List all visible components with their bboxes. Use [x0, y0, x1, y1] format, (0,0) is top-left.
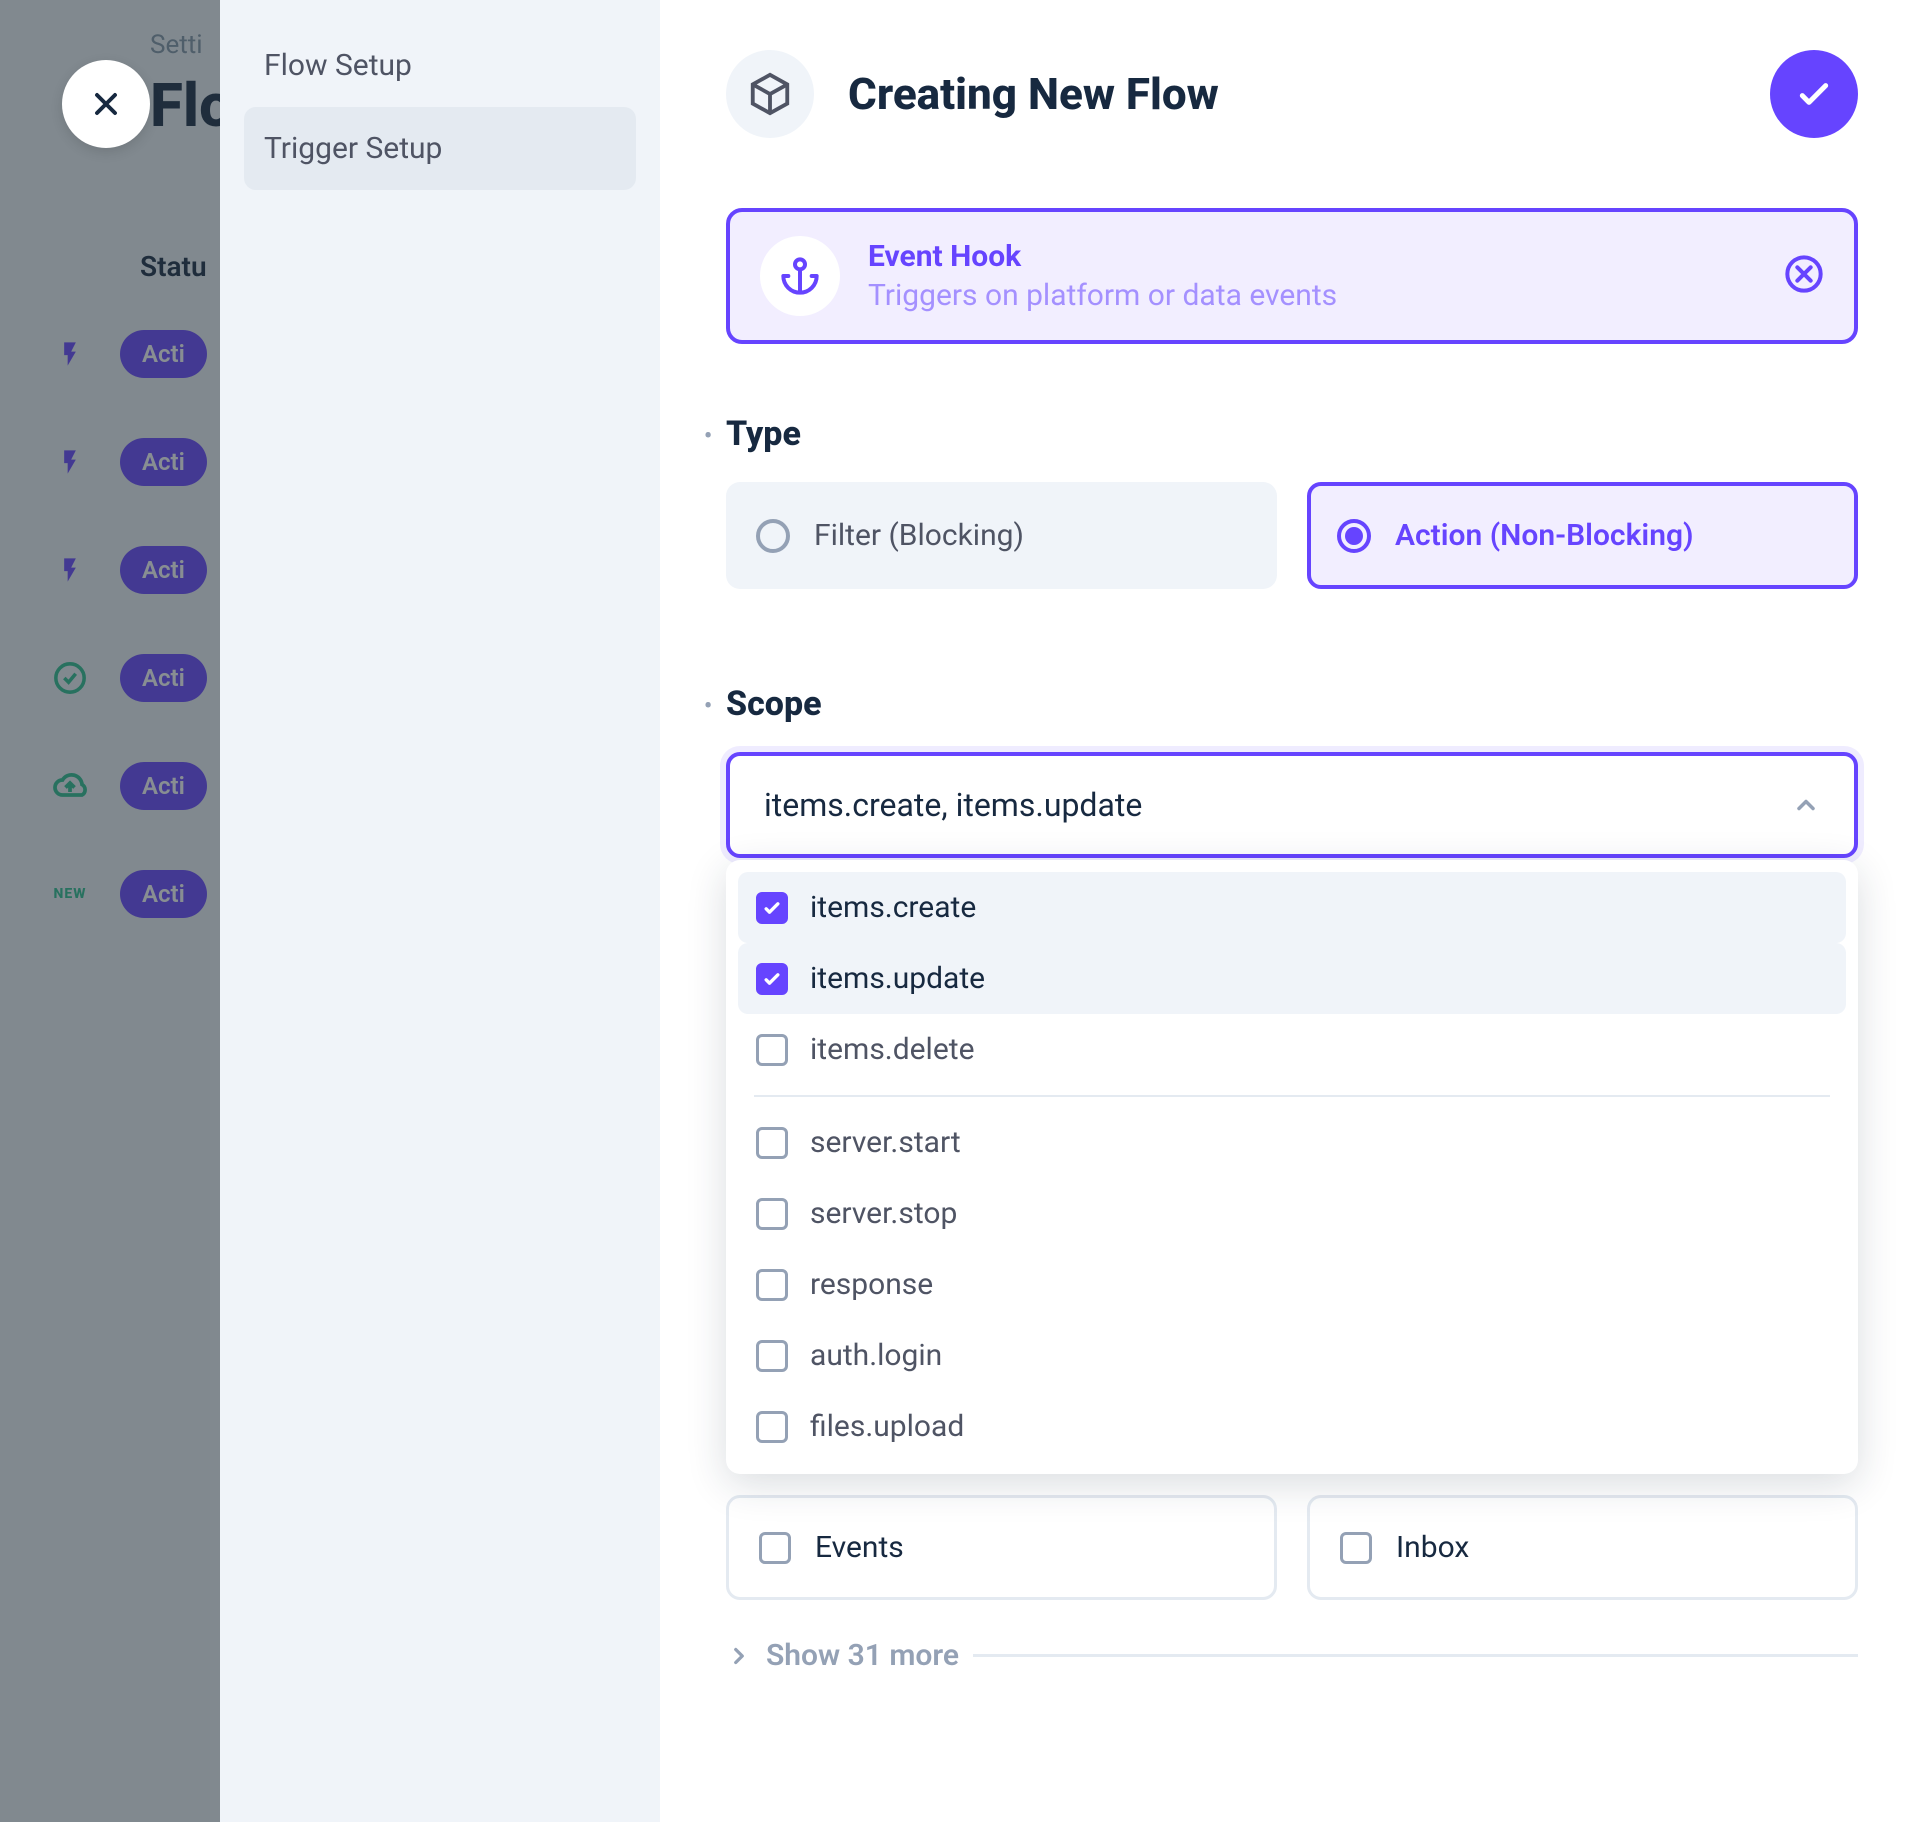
scope-option-label: response [810, 1267, 933, 1302]
drawer-main: Creating New Flow Event Hook Triggers on… [660, 0, 1924, 1822]
sidenav-item-trigger-setup[interactable]: Trigger Setup [244, 107, 636, 190]
scope-option-label: auth.login [810, 1338, 942, 1373]
hook-text: Event Hook Triggers on platform or data … [868, 239, 1756, 313]
scope-value: items.create, items.update [764, 786, 1142, 824]
scope-label: Scope [726, 684, 1858, 724]
scope-option-items-create[interactable]: items.create [738, 872, 1846, 943]
scope-option-label: items.create [810, 890, 976, 925]
scope-option-server-stop[interactable]: server.stop [738, 1178, 1846, 1249]
checkbox-off-icon [756, 1340, 788, 1372]
collection-option-events[interactable]: Events [726, 1495, 1277, 1600]
checkbox-off-icon [759, 1532, 791, 1564]
collection-label: Inbox [1396, 1530, 1469, 1565]
drawer-header: Creating New Flow [726, 50, 1858, 138]
checkbox-on-icon [756, 892, 788, 924]
chevron-right-icon [726, 1643, 752, 1669]
checkbox-off-icon [756, 1411, 788, 1443]
checkbox-on-icon [756, 963, 788, 995]
anchor-icon [760, 236, 840, 316]
drawer-header-left: Creating New Flow [726, 50, 1219, 138]
show-more-label: Show 31 more [766, 1638, 959, 1673]
drawer-title: Creating New Flow [848, 68, 1219, 120]
scope-option-label: server.start [810, 1125, 961, 1160]
cube-icon [726, 50, 814, 138]
scope-option-label: server.stop [810, 1196, 957, 1231]
modal-overlay [0, 0, 220, 1822]
show-more-button[interactable]: Show 31 more [726, 1638, 1858, 1673]
event-hook-card[interactable]: Event Hook Triggers on platform or data … [726, 208, 1858, 344]
drawer-sidenav: Flow Setup Trigger Setup [220, 0, 660, 1822]
checkbox-off-icon [1340, 1532, 1372, 1564]
type-option-label: Action (Non-Blocking) [1395, 518, 1694, 553]
radio-on-icon [1337, 519, 1371, 553]
checkbox-off-icon [756, 1198, 788, 1230]
scope-multiselect: items.create, items.update items.create … [726, 752, 1858, 858]
chevron-up-icon [1792, 791, 1820, 819]
type-option-filter[interactable]: Filter (Blocking) [726, 482, 1277, 589]
type-label: Type [726, 414, 1858, 454]
sidenav-item-flow-setup[interactable]: Flow Setup [244, 24, 636, 107]
scope-option-items-update[interactable]: items.update [738, 943, 1846, 1014]
scope-option-label: items.delete [810, 1032, 974, 1067]
collection-label: Events [815, 1530, 904, 1565]
type-option-action[interactable]: Action (Non-Blocking) [1307, 482, 1858, 589]
radio-off-icon [756, 519, 790, 553]
dropdown-divider [754, 1095, 1830, 1097]
divider-line [973, 1654, 1858, 1657]
close-icon [88, 86, 124, 122]
check-icon [1794, 74, 1834, 114]
checkbox-off-icon [756, 1127, 788, 1159]
scope-dropdown: items.create items.update items.delete s… [726, 860, 1858, 1474]
scope-option-items-delete[interactable]: items.delete [738, 1014, 1846, 1085]
type-radio-group: Filter (Blocking) Action (Non-Blocking) [726, 482, 1858, 589]
scope-option-label: items.update [810, 961, 985, 996]
scope-input[interactable]: items.create, items.update [726, 752, 1858, 858]
type-option-label: Filter (Blocking) [814, 518, 1024, 553]
scope-option-files-upload[interactable]: files.upload [738, 1391, 1846, 1462]
scope-option-auth-login[interactable]: auth.login [738, 1320, 1846, 1391]
hook-subtitle: Triggers on platform or data events [868, 278, 1756, 313]
hook-title: Event Hook [868, 239, 1756, 274]
checkbox-off-icon [756, 1034, 788, 1066]
scope-option-response[interactable]: response [738, 1249, 1846, 1320]
collections-row: Events Inbox [726, 1495, 1858, 1600]
collection-option-inbox[interactable]: Inbox [1307, 1495, 1858, 1600]
cancel-circle-icon [1784, 254, 1824, 294]
scope-option-label: files.upload [810, 1409, 964, 1444]
hook-clear-button[interactable] [1784, 254, 1824, 298]
confirm-button[interactable] [1770, 50, 1858, 138]
scope-option-server-start[interactable]: server.start [738, 1107, 1846, 1178]
close-button[interactable] [62, 60, 150, 148]
checkbox-off-icon [756, 1269, 788, 1301]
